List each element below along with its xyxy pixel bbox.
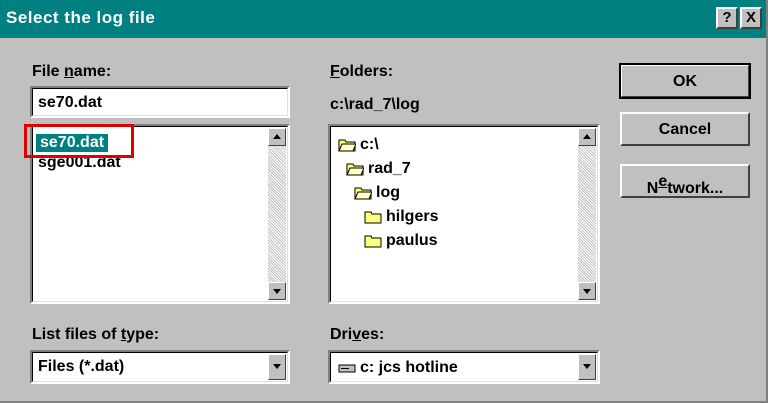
drives-select[interactable]: c: jcs hotline: [328, 350, 600, 384]
arrow-down-icon: [583, 289, 591, 294]
file-type-select[interactable]: Files (*.dat): [30, 350, 290, 384]
network-button[interactable]: Network...: [620, 164, 750, 198]
chevron-down-icon: [273, 364, 281, 369]
drives-value: c: jcs hotline: [360, 359, 458, 376]
folder-item-rad-7[interactable]: rad_7: [346, 160, 411, 178]
ok-button[interactable]: OK: [619, 63, 751, 99]
folder-item-log[interactable]: log: [354, 184, 400, 202]
file-type-value: Files (*.dat): [38, 358, 125, 375]
dialog-title: Select the log file: [6, 8, 156, 27]
folder-item-paulus[interactable]: paulus: [364, 232, 438, 250]
file-name-label: File name:: [32, 63, 112, 80]
drives-label: Drives:: [330, 326, 385, 343]
help-button[interactable]: ?: [716, 7, 738, 29]
folder-tree[interactable]: c:\ rad_7 log hilgers paulus: [328, 124, 600, 304]
folder-icon: [364, 211, 382, 224]
arrow-up-icon: [273, 134, 281, 139]
scroll-down-button[interactable]: [578, 282, 596, 300]
scroll-up-button[interactable]: [578, 128, 596, 146]
folder-tree-scrollbar[interactable]: [578, 128, 596, 300]
drive-icon: [338, 364, 356, 373]
open-folder-icon: [338, 139, 356, 152]
file-type-dropdown-button[interactable]: [268, 354, 286, 380]
folder-item-hilgers[interactable]: hilgers: [364, 208, 438, 226]
scroll-up-button[interactable]: [268, 128, 286, 146]
title-bar[interactable]: Select the log file ? X: [0, 0, 766, 38]
folders-label: Folders:: [330, 63, 394, 80]
open-folder-icon: [346, 163, 364, 176]
arrow-down-icon: [273, 289, 281, 294]
folder-icon: [364, 235, 382, 248]
file-name-value: se70.dat: [38, 94, 103, 111]
arrow-up-icon: [583, 134, 591, 139]
folder-item-c-root[interactable]: c:\: [338, 136, 379, 154]
scroll-down-button[interactable]: [268, 282, 286, 300]
open-folder-icon: [354, 187, 372, 200]
cancel-button[interactable]: Cancel: [620, 112, 750, 146]
chevron-down-icon: [583, 364, 591, 369]
select-log-file-dialog: Select the log file ? X File name: se70.…: [0, 0, 768, 403]
close-button[interactable]: X: [740, 7, 762, 29]
current-folder-path: c:\rad_7\log: [330, 96, 420, 113]
drives-dropdown-button[interactable]: [578, 354, 596, 380]
file-list-scrollbar[interactable]: [268, 128, 286, 300]
file-type-label: List files of type:: [32, 326, 160, 343]
highlight-box: [24, 124, 134, 158]
file-name-input[interactable]: se70.dat: [30, 86, 290, 118]
